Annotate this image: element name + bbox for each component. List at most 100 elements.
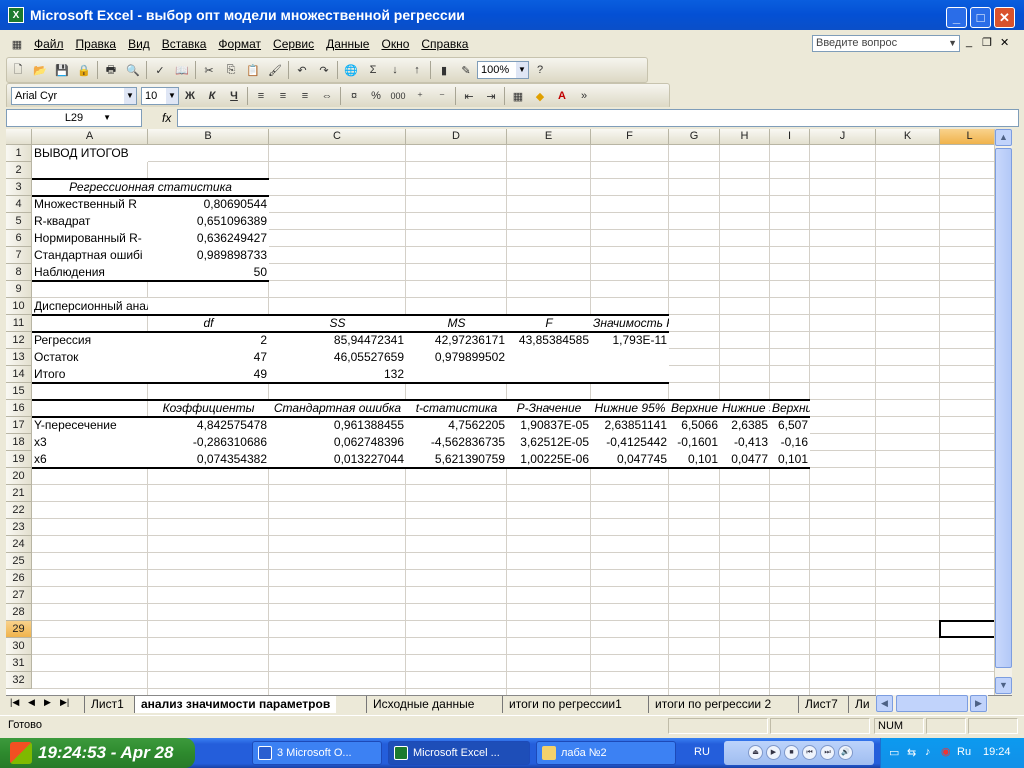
menu-view[interactable]: Вид bbox=[122, 37, 156, 51]
scroll-thumb[interactable] bbox=[995, 148, 1012, 668]
row-header[interactable]: 21 bbox=[6, 485, 32, 502]
cell-label[interactable]: Регрессия bbox=[32, 332, 148, 349]
cell-value[interactable]: 43,85384585 bbox=[507, 332, 591, 349]
row-header[interactable]: 9 bbox=[6, 281, 32, 298]
cell-reg-stat-header[interactable]: Регрессионная статистика bbox=[32, 179, 269, 196]
cell-value[interactable]: 0,013227044 bbox=[269, 451, 406, 468]
excel-app-icon[interactable]: X bbox=[8, 7, 24, 23]
cell-label[interactable]: Итого bbox=[32, 366, 148, 383]
row-header[interactable]: 5 bbox=[6, 213, 32, 230]
cell-value[interactable]: 5,621390759 bbox=[406, 451, 507, 468]
cell-value[interactable]: 42,97236171 bbox=[406, 332, 507, 349]
select-all-corner[interactable] bbox=[6, 129, 32, 145]
row-header[interactable]: 31 bbox=[6, 655, 32, 672]
close-button[interactable]: ✕ bbox=[994, 7, 1015, 28]
cell-header[interactable]: F bbox=[507, 315, 591, 332]
next-icon[interactable]: ⏭ bbox=[820, 745, 835, 760]
cell-value[interactable]: -4,562836735 bbox=[406, 434, 507, 451]
column-header[interactable]: C bbox=[269, 129, 406, 145]
column-header[interactable]: A bbox=[32, 129, 148, 145]
chart-wizard-icon[interactable]: ▮ bbox=[435, 61, 453, 79]
paste-icon[interactable]: 📋 bbox=[244, 61, 262, 79]
scroll-left-icon[interactable]: ◀ bbox=[876, 695, 893, 712]
prev-icon[interactable]: ⏮ bbox=[802, 745, 817, 760]
research-icon[interactable]: 📖 bbox=[173, 61, 191, 79]
autosum-icon[interactable]: Σ bbox=[364, 61, 382, 79]
column-header[interactable]: K bbox=[876, 129, 940, 145]
cell-value[interactable]: 0,0477 bbox=[720, 451, 770, 468]
cell-header[interactable]: t-статистика bbox=[406, 400, 507, 417]
cell-value[interactable] bbox=[507, 366, 591, 383]
open-icon[interactable]: 📂 bbox=[31, 61, 49, 79]
cell-value[interactable]: 0,101 bbox=[669, 451, 720, 468]
sort-descending-icon[interactable]: ↑ bbox=[408, 61, 426, 79]
tray-language[interactable]: Ru bbox=[957, 746, 971, 758]
stop-icon[interactable]: ■ bbox=[784, 745, 799, 760]
font-dropdown-icon[interactable]: ▼ bbox=[124, 88, 136, 104]
cell-value[interactable]: -0,16 bbox=[770, 434, 810, 451]
cell-value[interactable]: 47 bbox=[148, 349, 269, 366]
volume-icon[interactable]: 🔊 bbox=[838, 745, 853, 760]
menu-format[interactable]: Формат bbox=[212, 37, 267, 51]
cut-icon[interactable]: ✂ bbox=[200, 61, 218, 79]
decrease-indent-icon[interactable]: ⇤ bbox=[460, 87, 478, 105]
undo-icon[interactable]: ↶ bbox=[293, 61, 311, 79]
row-header[interactable]: 32 bbox=[6, 672, 32, 689]
sort-ascending-icon[interactable]: ↓ bbox=[386, 61, 404, 79]
align-center-icon[interactable]: ≡ bbox=[274, 87, 292, 105]
cell-value[interactable]: 0,101 bbox=[770, 451, 810, 468]
cell-value[interactable]: 0,979899502 bbox=[406, 349, 507, 366]
cell-value[interactable]: -0,286310686 bbox=[148, 434, 269, 451]
speaker-icon[interactable]: ♪ bbox=[925, 746, 931, 758]
increase-decimal-icon[interactable]: ⁺ bbox=[411, 87, 429, 105]
formula-input[interactable] bbox=[177, 109, 1020, 127]
maximize-button[interactable]: □ bbox=[970, 7, 991, 28]
row-header[interactable]: 12 bbox=[6, 332, 32, 349]
row-header[interactable]: 23 bbox=[6, 519, 32, 536]
cell-value[interactable]: 1,793E-11 bbox=[591, 332, 669, 349]
cell-header[interactable]: Коэффициенты bbox=[148, 400, 269, 417]
task-excel[interactable]: Microsoft Excel ... bbox=[388, 741, 530, 765]
cell-value[interactable] bbox=[591, 366, 669, 383]
cell-value[interactable]: 50 bbox=[148, 264, 269, 281]
increase-indent-icon[interactable]: ⇥ bbox=[482, 87, 500, 105]
column-header[interactable]: L bbox=[940, 129, 994, 145]
cell-title[interactable]: ВЫВОД ИТОГОВ bbox=[32, 145, 148, 162]
italic-button[interactable]: К bbox=[203, 87, 221, 105]
workbook-icon[interactable]: ▦ bbox=[8, 35, 26, 53]
scroll-down-icon[interactable]: ▼ bbox=[995, 677, 1012, 694]
next-sheet-icon[interactable]: ▶ bbox=[44, 697, 51, 708]
scroll-right-icon[interactable]: ▶ bbox=[970, 695, 987, 712]
mdi-restore-button[interactable]: ❐ bbox=[982, 36, 992, 49]
cell-value[interactable]: 85,94472341 bbox=[269, 332, 406, 349]
row-header[interactable]: 19 bbox=[6, 451, 32, 468]
cell-value[interactable]: 3,62512E-05 bbox=[507, 434, 591, 451]
tab-sheet1[interactable]: Лист1 bbox=[84, 696, 130, 713]
column-header[interactable]: H bbox=[720, 129, 770, 145]
print-icon[interactable]: 🖶 bbox=[102, 61, 120, 79]
name-box[interactable]: L29 ▼ bbox=[6, 109, 142, 127]
first-sheet-icon[interactable]: |◀ bbox=[10, 697, 19, 708]
menu-tools[interactable]: Сервис bbox=[267, 37, 320, 51]
thousands-button[interactable]: 000 bbox=[389, 87, 407, 105]
minimize-button[interactable]: _ bbox=[946, 7, 967, 28]
cell-header[interactable]: Значимость F bbox=[591, 315, 669, 332]
zoom-combo[interactable]: 100% ▼ bbox=[477, 61, 529, 79]
row-header[interactable]: 14 bbox=[6, 366, 32, 383]
prev-sheet-icon[interactable]: ◀ bbox=[28, 697, 35, 708]
new-icon[interactable]: 🗋 bbox=[9, 61, 27, 79]
decrease-decimal-icon[interactable]: ⁻ bbox=[433, 87, 451, 105]
row-header[interactable]: 8 bbox=[6, 264, 32, 281]
row-header[interactable]: 13 bbox=[6, 349, 32, 366]
cell-header[interactable]: Верхние 95,0% bbox=[770, 400, 810, 417]
cell-header[interactable]: Стандартная ошибка bbox=[269, 400, 406, 417]
last-sheet-icon[interactable]: ▶| bbox=[60, 697, 69, 708]
cell-value[interactable]: 0,651096389 bbox=[148, 213, 269, 230]
bold-button[interactable]: Ж bbox=[181, 87, 199, 105]
language-indicator[interactable]: RU bbox=[694, 746, 710, 758]
row-header[interactable]: 7 bbox=[6, 247, 32, 264]
cell-value[interactable]: 4,842575478 bbox=[148, 417, 269, 434]
menu-data[interactable]: Данные bbox=[320, 37, 375, 51]
ask-dropdown-icon[interactable]: ▼ bbox=[948, 36, 957, 51]
scroll-up-icon[interactable]: ▲ bbox=[995, 129, 1012, 146]
